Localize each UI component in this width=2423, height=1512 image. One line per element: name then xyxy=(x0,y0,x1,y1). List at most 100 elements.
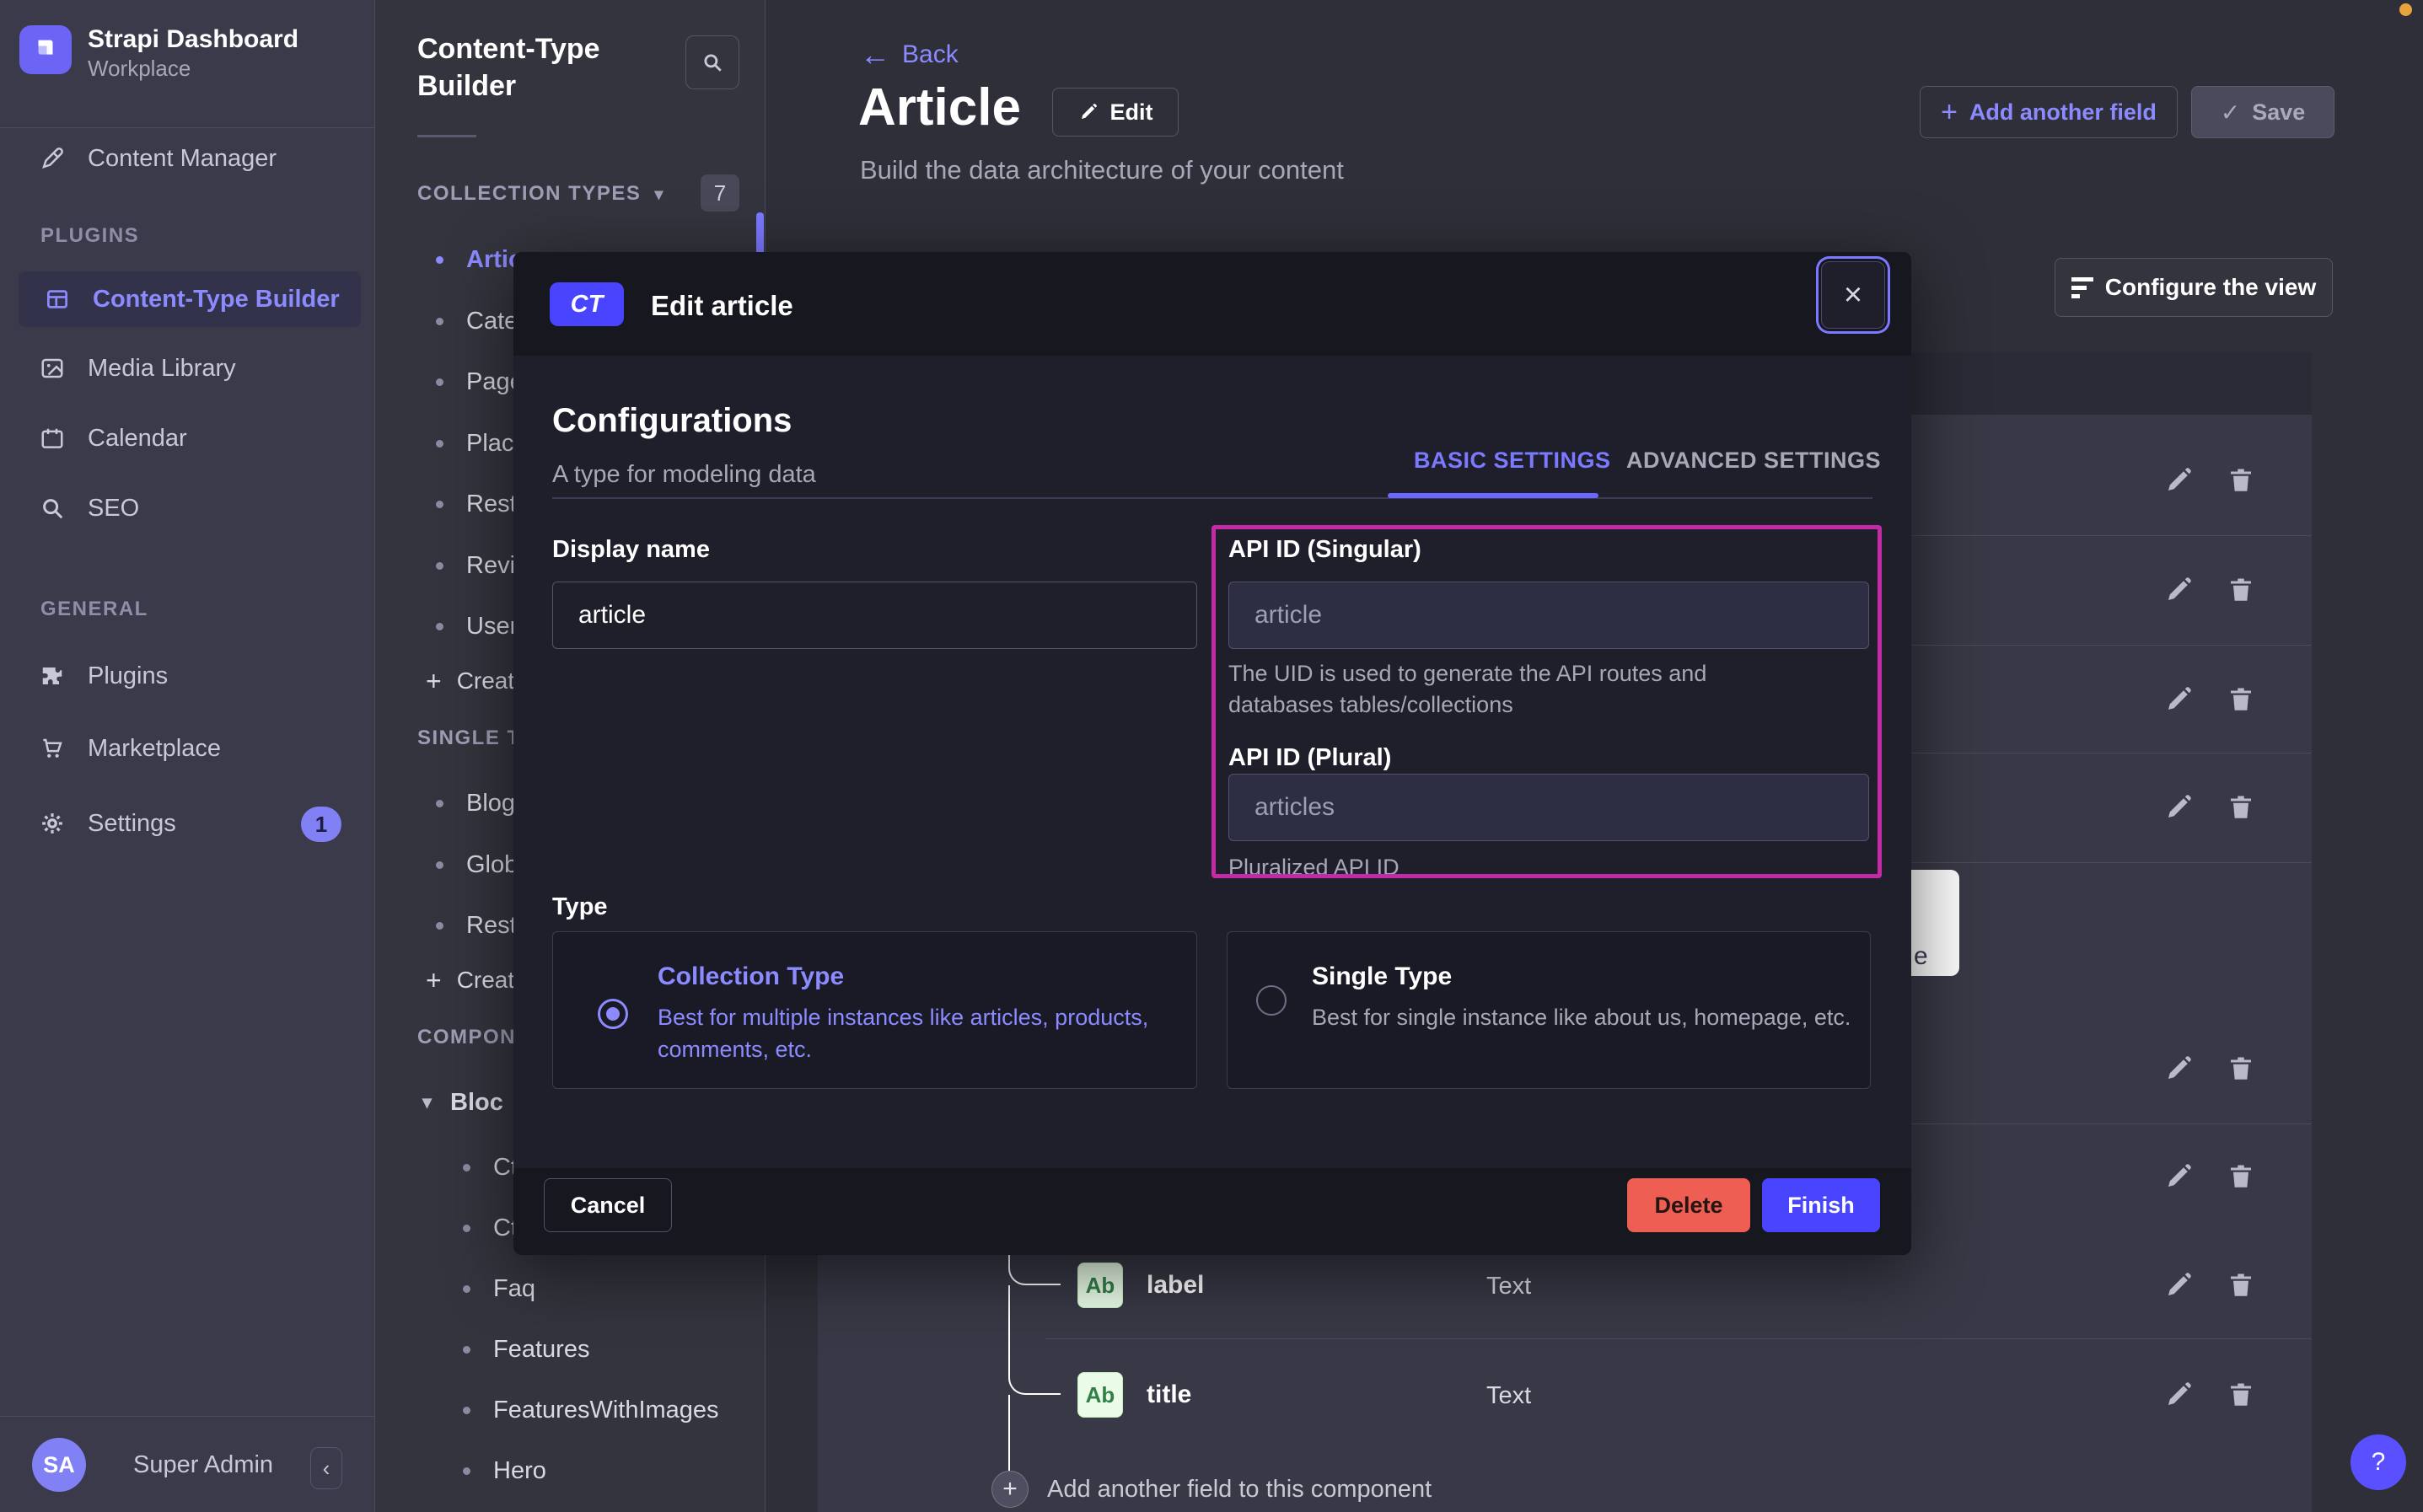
finish-button[interactable]: Finish xyxy=(1762,1178,1880,1232)
bullet-icon xyxy=(436,922,443,930)
calendar-icon xyxy=(37,423,67,453)
edit-field-icon[interactable] xyxy=(2163,684,2194,715)
add-field-to-component-button[interactable]: + Add another field to this component xyxy=(991,1471,1432,1508)
pen-icon xyxy=(37,143,67,174)
delete-field-icon[interactable] xyxy=(2226,1161,2256,1192)
bullet-icon xyxy=(436,440,443,448)
api-id-singular-help: The UID is used to generate the API rout… xyxy=(1228,658,1802,721)
component-group-blocks[interactable]: ▾Bloc xyxy=(422,1072,503,1133)
settings-badge: 1 xyxy=(301,807,341,842)
back-link[interactable]: ← Back xyxy=(860,37,959,72)
close-modal-button[interactable]: × xyxy=(1821,261,1885,329)
sidebar-item-global[interactable]: Glob xyxy=(436,834,518,895)
sidebar-item-label: Plugins xyxy=(88,662,168,690)
delete-field-icon[interactable] xyxy=(2226,1380,2256,1410)
sidebar-item-content-type-builder[interactable]: Content-Type Builder xyxy=(19,271,361,327)
sidebar-item-settings[interactable]: Settings 1 xyxy=(0,796,375,850)
add-another-field-button[interactable]: + Add another field xyxy=(1920,86,2178,138)
sidebar-item-restaurant[interactable]: Rest xyxy=(436,474,517,534)
component-item-ct-2[interactable]: Ct xyxy=(463,1198,518,1258)
type-label: Type xyxy=(552,893,608,921)
bullet-icon xyxy=(436,800,443,807)
edit-field-icon[interactable] xyxy=(2163,1054,2194,1084)
collapse-sidebar-button[interactable]: ‹ xyxy=(310,1447,342,1489)
strapi-logo-icon xyxy=(31,35,60,64)
edit-button[interactable]: Edit xyxy=(1052,88,1179,137)
radio-unselected-icon[interactable] xyxy=(1256,985,1287,1016)
component-item-faq[interactable]: Faq xyxy=(463,1258,535,1319)
sidebar-item-restaurant-single[interactable]: Rest xyxy=(436,895,517,956)
check-icon: ✓ xyxy=(2221,99,2240,126)
sidebar-item-label: Content-Type Builder xyxy=(93,286,340,314)
edit-field-icon[interactable] xyxy=(2163,1380,2194,1410)
delete-field-icon[interactable] xyxy=(2226,1270,2256,1300)
sidebar-item-marketplace[interactable]: Marketplace xyxy=(0,721,375,775)
sidebar-item-label: Content Manager xyxy=(88,145,277,173)
close-icon: × xyxy=(1844,277,1862,314)
search-button[interactable] xyxy=(685,35,739,89)
bullet-icon xyxy=(436,501,443,508)
bullet-icon xyxy=(463,1467,470,1475)
field-name: label xyxy=(1147,1271,1204,1300)
page-subtitle: Build the data architecture of your cont… xyxy=(860,155,1344,185)
cart-icon xyxy=(37,733,67,764)
edit-field-icon[interactable] xyxy=(2163,1161,2194,1192)
bullet-icon xyxy=(463,1225,470,1232)
sidebar-item-calendar[interactable]: Calendar xyxy=(0,411,375,465)
sidebar-item-article[interactable]: Artic xyxy=(436,229,522,290)
component-item-ct-1[interactable]: Ct xyxy=(463,1137,518,1198)
single-type-desc: Best for single instance like about us, … xyxy=(1312,1005,1851,1031)
delete-field-icon[interactable] xyxy=(2226,792,2256,823)
create-collection-type-link[interactable]: +Creat xyxy=(426,651,514,711)
sidebar-item-review[interactable]: Revi xyxy=(436,535,515,596)
configure-view-button[interactable]: Configure the view xyxy=(2055,258,2333,317)
delete-field-icon[interactable] xyxy=(2226,684,2256,715)
divider xyxy=(0,1416,375,1417)
sidebar-item-content-manager[interactable]: Content Manager xyxy=(0,131,375,185)
bullet-icon xyxy=(436,318,443,325)
sidebar-item-page[interactable]: Page xyxy=(436,351,524,412)
component-item-featureswithimages[interactable]: FeaturesWithImages xyxy=(463,1380,719,1440)
edit-field-icon[interactable] xyxy=(2163,1270,2194,1300)
collection-types-header[interactable]: COLLECTION TYPES ▾ xyxy=(417,182,664,206)
sidebar-item-category[interactable]: Cate xyxy=(436,291,518,351)
cancel-button[interactable]: Cancel xyxy=(544,1178,672,1232)
delete-field-icon[interactable] xyxy=(2226,465,2256,496)
display-name-input[interactable]: article xyxy=(552,582,1197,649)
api-id-singular-input[interactable]: article xyxy=(1228,582,1869,649)
field-type: Text xyxy=(1486,1382,1531,1410)
sidebar-item-blog[interactable]: Blog xyxy=(436,773,515,834)
avatar[interactable]: SA xyxy=(32,1438,86,1492)
tab-advanced-settings[interactable]: ADVANCED SETTINGS xyxy=(1626,448,1881,474)
notification-dot xyxy=(2399,3,2412,16)
save-button[interactable]: ✓ Save xyxy=(2191,86,2334,138)
field-type: Text xyxy=(1486,1273,1531,1300)
sidebar-item-plugins[interactable]: Plugins xyxy=(0,649,375,703)
delete-field-icon[interactable] xyxy=(2226,575,2256,605)
sidebar-item-label: Marketplace xyxy=(88,735,221,763)
edit-field-icon[interactable] xyxy=(2163,792,2194,823)
radio-selected-icon[interactable] xyxy=(598,999,628,1029)
strapi-logo xyxy=(19,25,72,74)
tab-basic-settings[interactable]: BASIC SETTINGS xyxy=(1414,448,1611,474)
sidebar-item-media-library[interactable]: Media Library xyxy=(0,341,375,395)
delete-button[interactable]: Delete xyxy=(1627,1178,1750,1232)
single-type-option[interactable]: Single Type Best for single instance lik… xyxy=(1227,931,1871,1089)
delete-field-icon[interactable] xyxy=(2226,1054,2256,1084)
edit-field-icon[interactable] xyxy=(2163,575,2194,605)
collection-type-option[interactable]: Collection Type Best for multiple instan… xyxy=(552,931,1197,1089)
sidebar-item-seo[interactable]: SEO xyxy=(0,481,375,535)
divider xyxy=(0,127,375,128)
sidebar-item-label: Media Library xyxy=(88,355,236,383)
edit-field-icon[interactable] xyxy=(2163,465,2194,496)
single-type-title: Single Type xyxy=(1312,962,1452,991)
api-id-plural-input[interactable]: articles xyxy=(1228,774,1869,841)
help-button[interactable]: ? xyxy=(2350,1434,2406,1490)
sidebar-item-user[interactable]: User xyxy=(436,596,518,657)
component-item-hero[interactable]: Hero xyxy=(463,1440,546,1501)
question-icon: ? xyxy=(2372,1448,2386,1477)
create-single-type-link[interactable]: +Creat xyxy=(426,950,514,1011)
sidebar-item-place[interactable]: Plac xyxy=(436,413,513,474)
component-item-features[interactable]: Features xyxy=(463,1319,589,1380)
content-type-badge: CT xyxy=(550,282,624,326)
